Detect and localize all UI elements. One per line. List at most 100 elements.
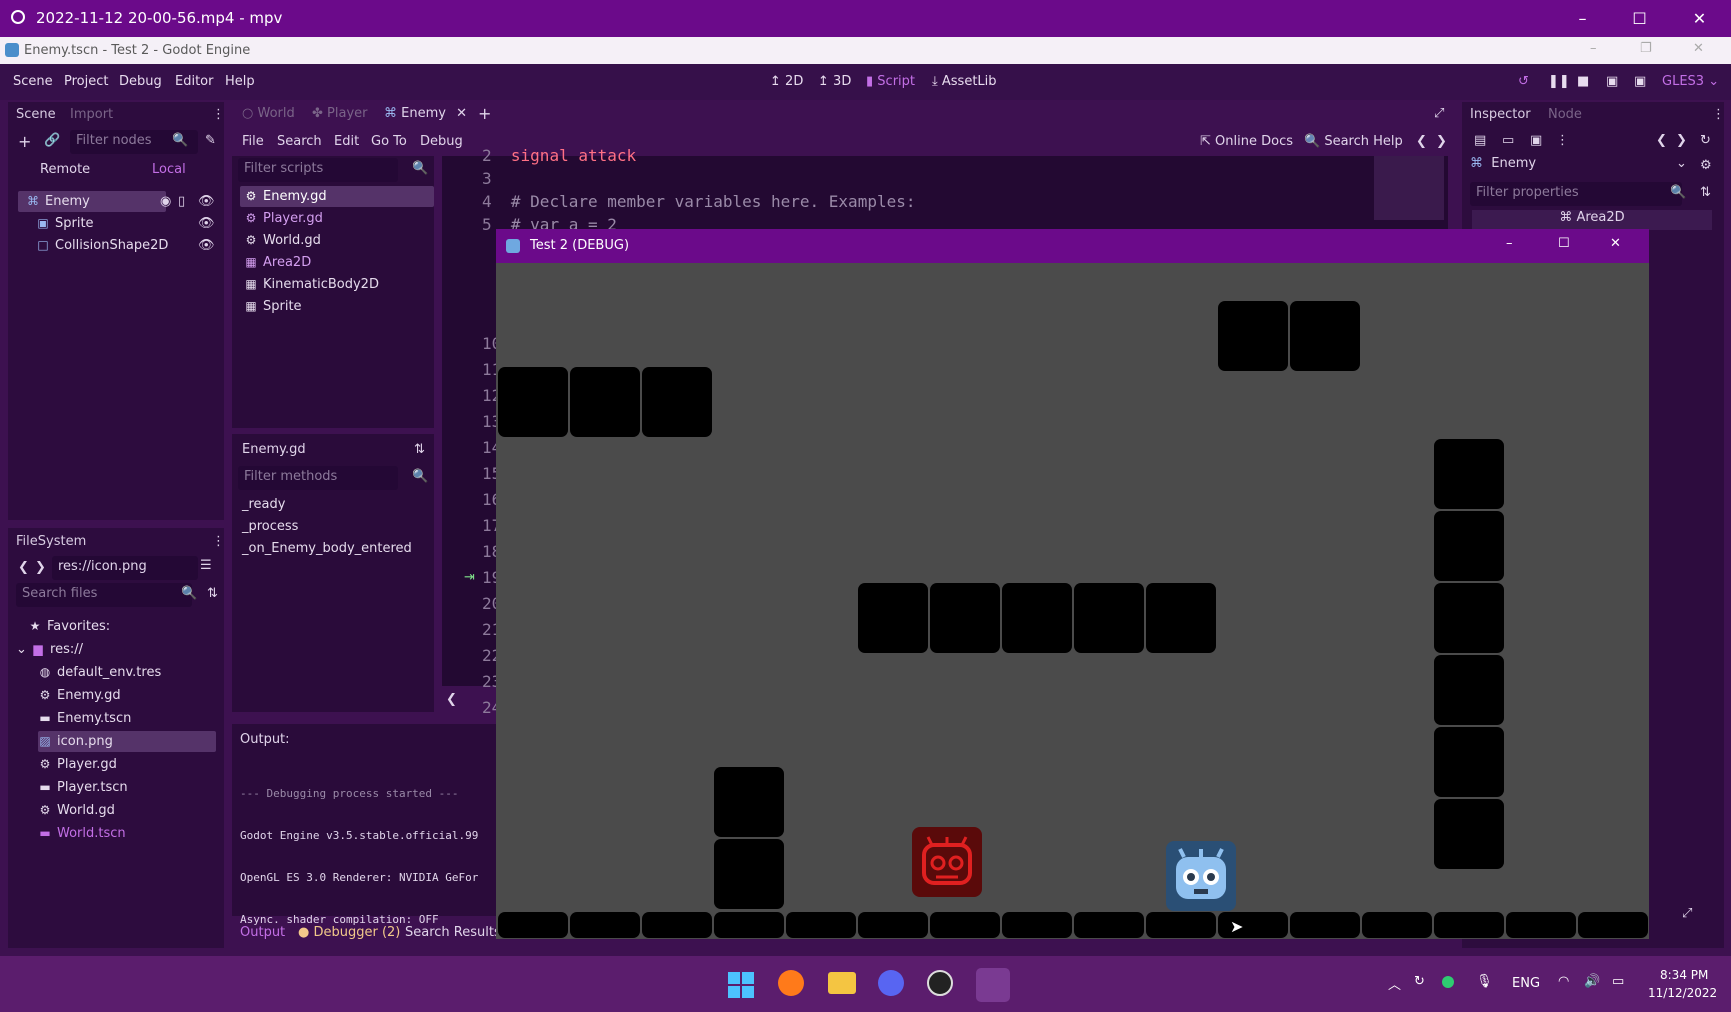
object-selector[interactable]: ⌘ Enemy ⌄: [1470, 156, 1690, 180]
prev-script-icon[interactable]: ❮: [1416, 134, 1427, 149]
play-scene-icon[interactable]: ▣: [1606, 74, 1618, 89]
property-options-icon[interactable]: ⇅: [1700, 185, 1711, 200]
close-button[interactable]: ✕: [1672, 0, 1727, 37]
script-attach-icon[interactable]: ✎: [205, 133, 216, 148]
tab-import[interactable]: Import: [70, 107, 113, 122]
file-explorer-icon[interactable]: [828, 972, 856, 994]
firefox-icon[interactable]: [778, 970, 804, 996]
save-resource-icon[interactable]: ▣: [1530, 133, 1542, 148]
minimize-button[interactable]: –: [1555, 0, 1610, 37]
dock-menu-icon[interactable]: ⋮: [212, 534, 225, 549]
game-debug-window[interactable]: ➤: [496, 229, 1649, 939]
method-item[interactable]: _ready: [242, 494, 285, 515]
godot-close-button[interactable]: ✕: [1693, 41, 1704, 56]
renderer-select[interactable]: GLES3 ⌄: [1662, 74, 1719, 89]
script-menu-file[interactable]: File: [242, 134, 264, 149]
next-script-icon[interactable]: ❯: [1436, 134, 1447, 149]
menu-debug[interactable]: Debug: [119, 74, 162, 89]
doc-item[interactable]: ▦ Area2D: [244, 252, 311, 273]
remote-toggle[interactable]: Remote: [40, 162, 90, 177]
language-indicator[interactable]: ENG: [1512, 976, 1540, 991]
workspace-2d[interactable]: ↥ 2D: [770, 74, 803, 89]
godot-taskbar-icon[interactable]: [976, 968, 1010, 1002]
file-item[interactable]: ▬ World.tscn: [38, 823, 125, 844]
node-sprite[interactable]: ▣ Sprite: [36, 213, 93, 234]
start-icon[interactable]: [728, 972, 754, 998]
scene-tab-player[interactable]: ✤ Player: [312, 106, 368, 121]
sort-icon[interactable]: ⇅: [414, 442, 425, 457]
godot-restore-button[interactable]: ❐: [1640, 41, 1652, 56]
doc-item[interactable]: ▦ KinematicBody2D: [244, 274, 379, 295]
script-menu-goto[interactable]: Go To: [371, 134, 407, 149]
script-icon[interactable]: ▯: [178, 194, 185, 209]
script-menu-debug[interactable]: Debug: [420, 134, 463, 149]
menu-scene[interactable]: Scene: [13, 74, 53, 89]
tab-debugger[interactable]: ● Debugger (2): [298, 925, 400, 940]
clock-date[interactable]: 11/12/2022: [1648, 986, 1717, 1000]
tab-output[interactable]: Output: [240, 925, 285, 940]
add-node-icon[interactable]: +: [18, 132, 31, 151]
mpv-title-bar[interactable]: 2022-11-12 20-00-56.mp4 - mpv – ☐ ✕: [0, 0, 1731, 37]
back-icon[interactable]: ❮: [18, 560, 29, 575]
file-item[interactable]: ⚙ World.gd: [38, 800, 115, 821]
godot-title-bar[interactable]: Enemy.tscn - Test 2 - Godot Engine – ❐ ✕: [0, 37, 1731, 64]
play-custom-icon[interactable]: ▣: [1634, 74, 1646, 89]
godot-minimize-button[interactable]: –: [1590, 41, 1597, 56]
file-item-selected[interactable]: ▨ icon.png: [38, 731, 216, 752]
microphone-icon[interactable]: 🎙: [1476, 974, 1493, 989]
menu-project[interactable]: Project: [64, 74, 108, 89]
file-item[interactable]: ⚙ Enemy.gd: [38, 685, 121, 706]
minimize-button[interactable]: –: [1506, 236, 1513, 251]
file-item[interactable]: ▬ Player.tscn: [38, 777, 127, 798]
distraction-free-icon[interactable]: ⤢: [1434, 106, 1444, 121]
status-dot-icon[interactable]: [1442, 976, 1454, 988]
search-help-button[interactable]: 🔍 Search Help: [1304, 134, 1403, 149]
menu-help[interactable]: Help: [225, 74, 255, 89]
chevron-up-icon[interactable]: ︿: [1388, 974, 1401, 993]
load-resource-icon[interactable]: ▭: [1502, 133, 1514, 148]
visibility-icon[interactable]: 👁: [198, 238, 215, 253]
discord-icon[interactable]: [878, 970, 904, 996]
history-icon[interactable]: ↻: [1700, 133, 1711, 148]
filter-methods-input[interactable]: Filter methods: [238, 466, 398, 490]
filter-scripts-input[interactable]: Filter scripts: [238, 158, 398, 182]
fullscreen-icon[interactable]: ⤢: [1682, 906, 1692, 921]
tab-inspector[interactable]: Inspector: [1470, 107, 1531, 122]
favorites-item[interactable]: ★ Favorites:: [28, 616, 111, 637]
visibility-icon[interactable]: 👁: [198, 194, 215, 209]
node-collisionshape2d[interactable]: □ CollisionShape2D: [36, 235, 168, 256]
collapse-panel-icon[interactable]: ❮: [446, 692, 457, 707]
minimap[interactable]: [1374, 156, 1444, 220]
script-item[interactable]: ⚙ Player.gd: [244, 208, 323, 229]
file-item[interactable]: ▬ Enemy.tscn: [38, 708, 131, 729]
tab-node[interactable]: Node: [1548, 107, 1582, 122]
clock-time[interactable]: 8:34 PM: [1660, 968, 1708, 982]
file-item[interactable]: ◍ default_env.tres: [38, 662, 161, 683]
forward-icon[interactable]: ❯: [35, 560, 46, 575]
history-back-icon[interactable]: ❮: [1656, 133, 1667, 148]
wifi-icon[interactable]: ◠: [1558, 974, 1569, 989]
workspace-script[interactable]: ▮ Script: [866, 74, 915, 89]
script-menu-search[interactable]: Search: [277, 134, 322, 149]
more-icon[interactable]: ⋮: [1556, 133, 1569, 148]
history-forward-icon[interactable]: ❯: [1676, 133, 1687, 148]
sync-icon[interactable]: ↻: [1414, 974, 1425, 989]
script-menu-edit[interactable]: Edit: [334, 134, 359, 149]
visibility-icon[interactable]: 👁: [198, 216, 215, 231]
dock-menu-icon[interactable]: ⋮: [212, 107, 225, 122]
close-icon[interactable]: ✕: [456, 106, 467, 121]
tab-scene[interactable]: Scene: [16, 107, 56, 122]
obs-icon[interactable]: [927, 970, 953, 996]
add-tab-icon[interactable]: +: [478, 104, 491, 123]
pause-icon[interactable]: ❚❚: [1548, 74, 1570, 89]
root-folder[interactable]: ⌄ ▆ res://: [16, 639, 83, 660]
workspace-3d[interactable]: ↥ 3D: [818, 74, 851, 89]
script-item[interactable]: ⚙ World.gd: [244, 230, 321, 251]
close-button[interactable]: ✕: [1610, 236, 1621, 251]
game-window-title-bar[interactable]: Test 2 (DEBUG) – ☐ ✕: [496, 229, 1649, 263]
path-field[interactable]: res://icon.png: [52, 556, 198, 580]
maximize-button[interactable]: ☐: [1558, 236, 1570, 251]
local-toggle[interactable]: Local: [152, 162, 186, 177]
file-item[interactable]: ⚙ Player.gd: [38, 754, 117, 775]
script-item-selected[interactable]: ⚙ Enemy.gd: [240, 186, 434, 207]
